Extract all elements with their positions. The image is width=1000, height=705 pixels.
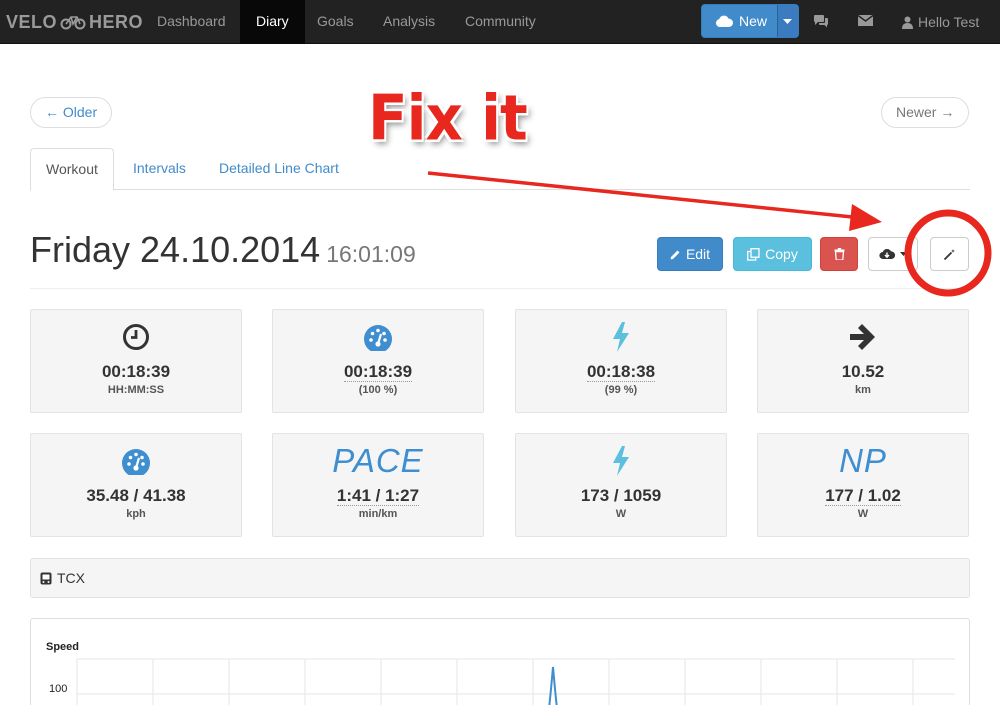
brand-text-velo: VELO bbox=[6, 11, 58, 32]
new-dropdown-toggle[interactable] bbox=[776, 5, 798, 37]
stat-value[interactable]: 1:41 / 1:27 bbox=[336, 486, 420, 506]
device-icon bbox=[40, 572, 52, 584]
brand-logo[interactable]: VELO HERO bbox=[6, 12, 143, 32]
bicycle-icon bbox=[60, 16, 86, 30]
stat-value: 173 / 1059 bbox=[580, 486, 662, 505]
edit-button[interactable]: Edit bbox=[657, 237, 723, 271]
speed-chart-plot: 100 bbox=[49, 658, 955, 705]
stat-moving-time: 00:18:39 (100 %) bbox=[272, 309, 484, 413]
tab-detailed-line-chart[interactable]: Detailed Line Chart bbox=[204, 148, 354, 190]
new-button-main[interactable]: New bbox=[702, 5, 777, 37]
copy-icon bbox=[747, 247, 760, 261]
copy-button[interactable]: Copy bbox=[733, 237, 812, 271]
stat-unit: W bbox=[615, 508, 627, 520]
stat-normalized-power: NP 177 / 1.02 W bbox=[757, 433, 969, 537]
copy-label: Copy bbox=[765, 246, 798, 262]
file-type-label: TCX bbox=[57, 570, 85, 586]
speed-chart: Speed 100 bbox=[30, 618, 970, 705]
envelope-icon[interactable] bbox=[858, 14, 873, 27]
workout-date: Friday 24.10.2014 bbox=[30, 229, 321, 270]
cloud-download-icon bbox=[879, 249, 895, 260]
workout-title: Friday 24.10.2014 16:01:09 bbox=[30, 229, 416, 271]
stat-unit: km bbox=[855, 384, 871, 396]
stat-unit: (100 %) bbox=[358, 384, 398, 396]
caret-down-icon bbox=[900, 252, 907, 256]
header-divider bbox=[30, 288, 970, 289]
workout-time: 16:01:09 bbox=[326, 241, 416, 267]
stat-value: 00:18:39 bbox=[101, 362, 171, 381]
new-button-label: New bbox=[739, 13, 768, 29]
cloud-download-button[interactable] bbox=[868, 237, 918, 271]
speedometer-icon bbox=[122, 449, 150, 475]
stat-unit: kph bbox=[126, 508, 146, 520]
newer-button[interactable]: Newer → bbox=[881, 97, 970, 128]
clock-icon bbox=[123, 324, 149, 350]
nav-dashboard[interactable]: Dashboard bbox=[141, 0, 242, 44]
stat-value[interactable]: 00:18:39 bbox=[343, 362, 413, 382]
stat-duration: 00:18:39 HH:MM:SS bbox=[30, 309, 242, 413]
stat-value: 35.48 / 41.38 bbox=[86, 486, 186, 505]
stat-pace: PACE 1:41 / 1:27 min/km bbox=[272, 433, 484, 537]
stat-unit: min/km bbox=[358, 508, 398, 520]
stat-unit: HH:MM:SS bbox=[107, 384, 165, 396]
arrow-right-icon bbox=[850, 324, 875, 350]
y-tick-label-100: 100 bbox=[49, 683, 67, 695]
tab-intervals[interactable]: Intervals bbox=[118, 148, 201, 190]
stat-value: 10.52 bbox=[841, 362, 885, 381]
bolt-icon bbox=[613, 446, 629, 476]
user-icon bbox=[902, 16, 913, 29]
edit-label: Edit bbox=[685, 246, 711, 262]
nav-community[interactable]: Community bbox=[449, 0, 552, 44]
tab-workout[interactable]: Workout bbox=[30, 148, 114, 191]
user-greeting: Hello Test bbox=[918, 13, 980, 30]
stat-value[interactable]: 00:18:38 bbox=[586, 362, 656, 382]
user-menu[interactable]: Hello Test bbox=[902, 0, 979, 44]
stat-unit: W bbox=[857, 508, 869, 520]
np-label-icon: NP bbox=[839, 442, 887, 479]
stat-value[interactable]: 177 / 1.02 bbox=[825, 486, 901, 506]
chat-icon[interactable] bbox=[813, 14, 829, 29]
delete-button[interactable] bbox=[820, 237, 858, 271]
stat-power: 173 / 1059 W bbox=[515, 433, 727, 537]
speedometer-icon bbox=[364, 325, 392, 351]
cloud-icon bbox=[715, 15, 733, 27]
nav-analysis[interactable]: Analysis bbox=[367, 0, 451, 44]
trash-icon bbox=[834, 248, 844, 260]
older-button[interactable]: ← Older bbox=[30, 97, 113, 128]
top-navbar: VELO HERO Dashboard Diary Goals Analysis… bbox=[0, 0, 1000, 44]
brand-text-hero: HERO bbox=[89, 11, 144, 32]
caret-down-icon bbox=[783, 18, 793, 24]
bolt-icon bbox=[613, 322, 629, 352]
pace-label-icon: PACE bbox=[332, 442, 424, 479]
new-button[interactable]: New bbox=[701, 4, 799, 38]
annotation-arrowhead bbox=[849, 204, 882, 231]
annotation-text: Fix it bbox=[368, 81, 528, 155]
stat-distance: 10.52 km bbox=[757, 309, 969, 413]
magic-wand-button[interactable] bbox=[930, 237, 969, 271]
nav-diary[interactable]: Diary bbox=[240, 0, 305, 44]
stat-power-time: 00:18:38 (99 %) bbox=[515, 309, 727, 413]
stat-speed: 35.48 / 41.38 kph bbox=[30, 433, 242, 537]
speed-series-line bbox=[548, 666, 558, 705]
pencil-icon bbox=[670, 250, 680, 259]
magic-wand-icon bbox=[943, 248, 955, 260]
stat-unit: (99 %) bbox=[604, 384, 638, 396]
file-source-bar: TCX bbox=[30, 558, 970, 598]
nav-goals[interactable]: Goals bbox=[301, 0, 370, 44]
